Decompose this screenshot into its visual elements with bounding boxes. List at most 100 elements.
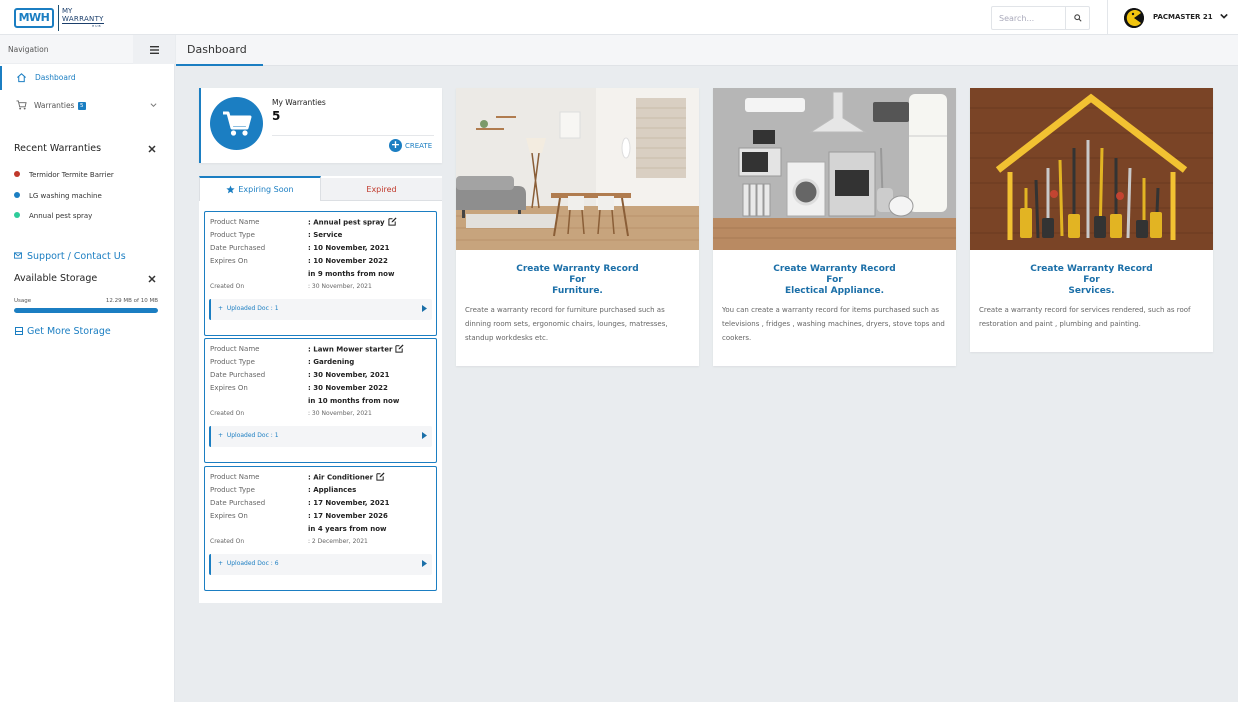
cart-icon bbox=[16, 100, 27, 110]
pacman-avatar-icon bbox=[1124, 8, 1144, 28]
usage-value: 12.29 MB of 10 MB bbox=[105, 298, 158, 304]
navigation-label: Navigation bbox=[8, 45, 49, 54]
logo-line-2: WARRANTY bbox=[62, 15, 104, 24]
logo[interactable]: MWH MY WARRANTY HUB bbox=[14, 5, 114, 31]
get-more-storage-link[interactable]: Get More Storage bbox=[15, 326, 111, 337]
expires-on-label: Expires On bbox=[210, 512, 248, 520]
sidebar-toggle-button[interactable] bbox=[133, 35, 175, 64]
date-purchased-value: : 30 November, 2021 bbox=[308, 371, 390, 379]
logo-mark: MWH bbox=[14, 8, 54, 28]
product-name-text: : Air Conditioner bbox=[308, 473, 374, 482]
status-dot bbox=[14, 192, 20, 198]
product-name-text: : Lawn Mower starter bbox=[308, 345, 393, 354]
create-label: CREATE bbox=[405, 141, 433, 150]
recent-warranty-label: Annual pest spray bbox=[29, 212, 93, 220]
user-menu-chevron-down-icon[interactable] bbox=[1220, 12, 1228, 20]
tools-image bbox=[970, 88, 1213, 250]
expires-on-label: Expires On bbox=[210, 384, 248, 392]
recent-warranty-item[interactable]: Annual pest spray bbox=[14, 212, 92, 220]
tab-expired[interactable]: Expired bbox=[321, 178, 442, 201]
status-dot bbox=[14, 212, 20, 218]
product-name-label: Product Name bbox=[210, 345, 260, 353]
expires-on-value: : 30 November 2022 bbox=[308, 384, 388, 392]
edit-icon[interactable] bbox=[376, 472, 385, 481]
tab-label: Expired bbox=[366, 184, 397, 194]
created-on-value: : 30 November, 2021 bbox=[308, 283, 372, 290]
card-title: For bbox=[826, 275, 843, 285]
uploaded-docs-count: Uploaded Doc : 1 bbox=[226, 305, 279, 312]
expires-on-value: : 10 November 2022 bbox=[308, 257, 388, 265]
avatar[interactable] bbox=[1124, 8, 1144, 28]
product-name-value: : Lawn Mower starter bbox=[308, 344, 404, 354]
search-input[interactable] bbox=[993, 8, 1067, 28]
product-name-label: Product Name bbox=[210, 473, 260, 481]
logo-separator bbox=[58, 5, 59, 31]
my-warranties-count: 5 bbox=[272, 109, 281, 123]
created-on-label: Created On bbox=[210, 283, 245, 290]
date-purchased-label: Date Purchased bbox=[210, 244, 266, 252]
expiry-relative: in 9 months from now bbox=[308, 270, 395, 278]
search-icon bbox=[1073, 14, 1082, 22]
uploaded-docs-label: + Uploaded Doc : 1 bbox=[218, 432, 279, 439]
sidebar bbox=[0, 35, 175, 702]
uploaded-docs-count: Uploaded Doc : 6 bbox=[226, 560, 279, 567]
recent-warranty-item[interactable]: LG washing machine bbox=[14, 192, 102, 200]
date-purchased-value: : 10 November, 2021 bbox=[308, 244, 390, 252]
caret-right-icon bbox=[422, 560, 427, 567]
edit-icon[interactable] bbox=[395, 344, 404, 353]
plus-icon: + bbox=[389, 138, 402, 152]
created-on-label: Created On bbox=[210, 410, 245, 417]
logo-line-3: HUB bbox=[92, 24, 102, 28]
card-description: You can create a warranty record for ite… bbox=[722, 306, 945, 342]
product-type-label: Product Type bbox=[210, 231, 255, 239]
close-recent-icon[interactable] bbox=[148, 145, 156, 153]
home-icon bbox=[16, 72, 27, 83]
created-on-label: Created On bbox=[210, 538, 245, 545]
tab-expiring-soon[interactable]: Expiring Soon bbox=[199, 176, 321, 201]
uploaded-docs-toggle[interactable]: + Uploaded Doc : 6 bbox=[209, 554, 432, 575]
card-title: For bbox=[1083, 275, 1100, 285]
edit-icon[interactable] bbox=[387, 217, 397, 226]
get-more-storage-label: Get More Storage bbox=[27, 326, 111, 337]
page-title-underline bbox=[176, 64, 263, 66]
logo-line-1: MY bbox=[62, 7, 73, 15]
page-header bbox=[176, 35, 1238, 66]
usage-label: Usage bbox=[14, 298, 32, 304]
warranty-card: Product Name : Air Conditioner Product T… bbox=[204, 466, 437, 591]
tab-label: Expiring Soon bbox=[238, 185, 294, 194]
search-box bbox=[991, 6, 1090, 30]
card-title: Create Warranty Record bbox=[1030, 264, 1153, 274]
category-card-furniture[interactable]: Create Warranty Record For Furniture. Cr… bbox=[456, 88, 699, 366]
recent-warranties-title: Recent Warranties bbox=[14, 143, 102, 154]
uploaded-docs-toggle[interactable]: + Uploaded Doc : 1 bbox=[209, 426, 432, 447]
product-type-value: : Gardening bbox=[308, 358, 355, 366]
support-link[interactable]: Support / Contact Us bbox=[14, 251, 126, 262]
appliances-image bbox=[713, 88, 956, 250]
storage-progress-bar bbox=[14, 308, 158, 313]
available-storage-title: Available Storage bbox=[14, 273, 98, 284]
sidebar-item-warranties[interactable]: Warranties 5 bbox=[0, 94, 175, 118]
expires-on-value: : 17 November 2026 bbox=[308, 512, 388, 520]
card-title: Electical Appliance. bbox=[784, 286, 885, 296]
product-name-label: Product Name bbox=[210, 218, 260, 226]
search-button[interactable] bbox=[1065, 7, 1089, 29]
warranties-count-badge: 5 bbox=[78, 102, 86, 110]
sidebar-item-label: Warranties bbox=[34, 101, 75, 110]
create-warranty-button[interactable]: + CREATE bbox=[389, 139, 432, 152]
status-dot bbox=[14, 171, 20, 177]
product-name-value: : Air Conditioner bbox=[308, 472, 385, 482]
recent-warranty-item[interactable]: Termidor Termite Barrier bbox=[14, 171, 114, 179]
product-type-value: : Service bbox=[308, 231, 343, 239]
product-type-label: Product Type bbox=[210, 486, 255, 494]
user-name[interactable]: PACMASTER 21 bbox=[1153, 13, 1213, 21]
category-card-services[interactable]: Create Warranty Record For Services. Cre… bbox=[970, 88, 1213, 352]
warranty-card: Product Name : Annual pest spray Product… bbox=[204, 211, 437, 336]
category-card-appliance[interactable]: Create Warranty Record For Electical App… bbox=[713, 88, 956, 366]
close-storage-icon[interactable] bbox=[148, 275, 156, 283]
star-icon bbox=[226, 185, 236, 194]
uploaded-docs-toggle[interactable]: + Uploaded Doc : 1 bbox=[209, 299, 432, 320]
divider bbox=[272, 135, 434, 136]
card-description: Create a warranty record for services re… bbox=[979, 306, 1191, 328]
sidebar-item-dashboard[interactable]: Dashboard bbox=[0, 66, 175, 90]
date-purchased-value: : 17 November, 2021 bbox=[308, 499, 390, 507]
